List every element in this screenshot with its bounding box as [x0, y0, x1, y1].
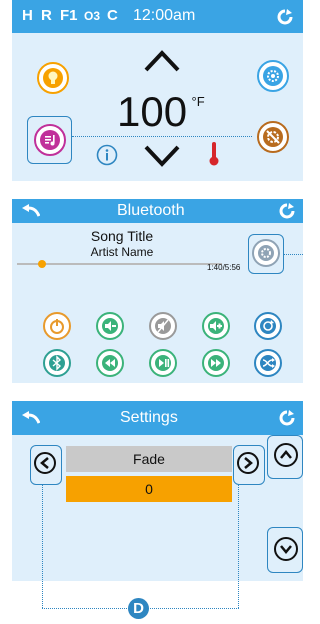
- progress-knob[interactable]: [37, 260, 46, 268]
- spa-control-button[interactable]: [257, 60, 289, 92]
- volume-up-button[interactable]: [202, 312, 230, 340]
- info-icon[interactable]: [96, 144, 118, 166]
- bluetooth-header: Bluetooth: [12, 199, 303, 223]
- fast-forward-button[interactable]: [202, 349, 230, 377]
- indicator-heat: H: [22, 7, 33, 24]
- clock: 12:00am: [133, 7, 196, 24]
- temp-down-arrow[interactable]: [142, 143, 182, 169]
- chevron-right-icon: [244, 457, 253, 469]
- prev-setting-button[interactable]: [34, 452, 56, 474]
- song-title: Song Title: [90, 228, 154, 244]
- bluetooth-pair-button[interactable]: [43, 349, 71, 377]
- setting-name-box: Fade: [66, 446, 232, 472]
- setting-value-box[interactable]: 0: [66, 476, 232, 502]
- scroll-down-button[interactable]: [274, 537, 298, 561]
- fast-forward-icon: [208, 355, 224, 371]
- bluetooth-controls: [12, 299, 303, 383]
- power-button[interactable]: [43, 312, 71, 340]
- indicator-filter: F1: [60, 7, 78, 24]
- sync-icon[interactable]: [279, 410, 295, 426]
- mute-button[interactable]: [149, 312, 177, 340]
- rewind-button[interactable]: [96, 349, 124, 377]
- repeat-button[interactable]: [254, 312, 282, 340]
- artist-name: Artist Name: [90, 245, 154, 259]
- jets-icon: [263, 66, 283, 86]
- volume-down-icon: [102, 318, 118, 334]
- back-arrow-icon[interactable]: [22, 411, 40, 425]
- play-pause-button[interactable]: [149, 349, 177, 377]
- bluetooth-title: Bluetooth: [117, 202, 185, 219]
- callout-letter: D: [133, 600, 144, 617]
- track-time: 1:40/5:56: [207, 263, 241, 272]
- temperature-value: 100: [117, 88, 188, 135]
- rewind-icon: [102, 355, 118, 371]
- settings-header: Settings: [12, 401, 303, 435]
- back-arrow-icon[interactable]: [22, 204, 40, 218]
- callout-badge: D: [128, 598, 149, 619]
- main-screen: H R F1 O3 C 12:00am 100 °F: [12, 0, 303, 181]
- light-button[interactable]: [37, 62, 69, 94]
- music-button[interactable]: [34, 124, 66, 156]
- temperature-unit: °F: [191, 94, 205, 109]
- status-bar: H R F1 O3 C 12:00am: [12, 0, 303, 33]
- connector-line: [72, 136, 252, 137]
- setting-name: Fade: [133, 451, 165, 467]
- indicator-ozone: O3: [84, 9, 101, 23]
- scroll-up-button[interactable]: [274, 443, 298, 467]
- callout-right-leg: [238, 485, 239, 608]
- callout-left-leg: [42, 485, 43, 608]
- play-pause-icon: [155, 355, 171, 371]
- temperature-display: 100 °F: [117, 88, 205, 138]
- gear-icon: [258, 245, 274, 261]
- light-bulb-icon: [43, 68, 63, 88]
- chevron-left-icon: [40, 457, 49, 469]
- shuffle-button[interactable]: [254, 349, 282, 377]
- indicator-recirc: R: [41, 7, 52, 24]
- repeat-icon: [260, 318, 276, 334]
- chevron-down-icon: [280, 545, 292, 554]
- shuffle-icon: [260, 355, 276, 371]
- thermometer-icon: [209, 142, 219, 166]
- progress-track[interactable]: [17, 263, 222, 265]
- music-note-icon: [40, 130, 60, 150]
- power-icon: [50, 319, 64, 334]
- mute-icon: [155, 318, 171, 334]
- volume-down-button[interactable]: [96, 312, 124, 340]
- audio-settings-connector: [284, 254, 303, 255]
- volume-up-icon: [208, 318, 224, 334]
- temp-up-arrow[interactable]: [142, 48, 182, 74]
- settings-title: Settings: [120, 409, 178, 426]
- audio-settings-button[interactable]: [252, 239, 280, 267]
- setting-value: 0: [145, 481, 153, 497]
- settings-screen: Settings Fade 0: [12, 401, 303, 581]
- chevron-up-icon: [280, 450, 292, 459]
- settings-button[interactable]: [257, 121, 289, 153]
- sync-icon[interactable]: [279, 203, 295, 219]
- bluetooth-icon: [49, 355, 65, 371]
- next-setting-button[interactable]: [237, 452, 259, 474]
- indicator-cleanup: C: [107, 7, 118, 24]
- sync-icon[interactable]: [277, 9, 293, 25]
- bluetooth-screen: Bluetooth Song Title Artist Name 1:40/5:…: [12, 199, 303, 299]
- wrench-gear-icon: [263, 127, 283, 147]
